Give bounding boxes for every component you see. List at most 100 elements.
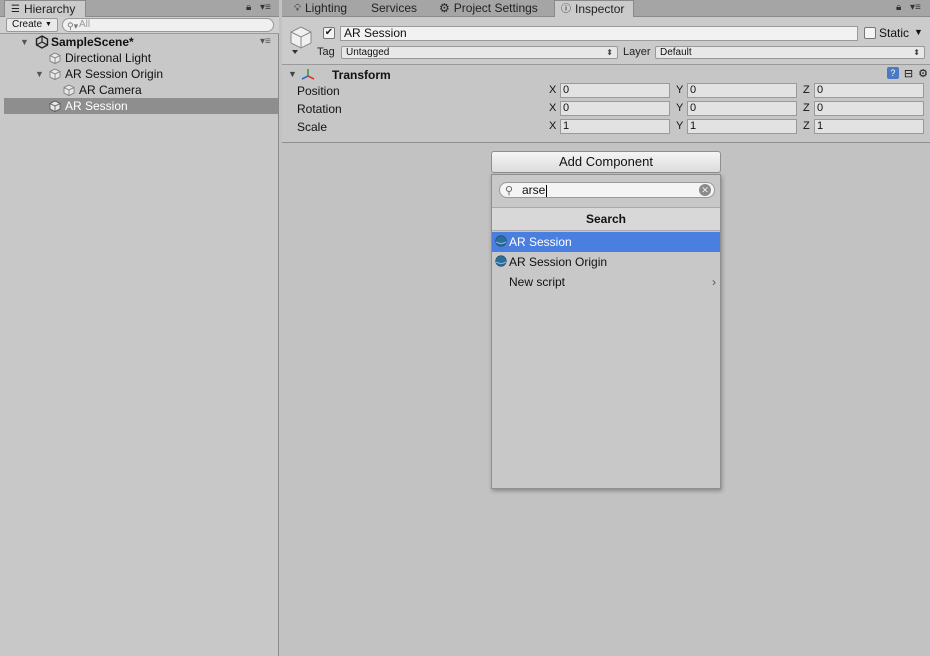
updown-icon: ⬍ <box>606 48 613 57</box>
tab-hierarchy-label: Hierarchy <box>23 2 76 16</box>
scale-x-field[interactable]: 1 <box>560 119 670 134</box>
tab-project-settings[interactable]: ⚙ Project Settings <box>433 0 544 17</box>
tree-item-directional-light[interactable]: Directional Light <box>4 50 278 66</box>
gameobject-cube-icon <box>49 68 61 80</box>
checkmark-icon: ✔ <box>324 27 334 38</box>
tree-item-ar-camera[interactable]: AR Camera <box>4 82 278 98</box>
position-z-field[interactable]: 0 <box>814 83 924 98</box>
gameobject-cube-icon <box>290 26 312 54</box>
inspector-panel: 💡︎ Lighting Services ⚙ Project Settings … <box>282 0 930 656</box>
scale-z-field[interactable]: 1 <box>814 119 924 134</box>
add-component-button[interactable]: Add Component <box>491 151 721 173</box>
tab-hierarchy[interactable]: ☰ Hierarchy <box>4 0 86 18</box>
axis-y-label: Y <box>676 84 684 96</box>
scale-row: Scale X 1 Y 1 Z 1 <box>282 119 930 135</box>
help-book-icon[interactable]: ? <box>886 67 899 79</box>
rotation-y-value: 0 <box>690 102 697 114</box>
gear-icon: ⚙ <box>439 1 450 15</box>
position-row: Position X 0 Y 0 Z 0 <box>282 83 930 99</box>
search-header-label: Search <box>585 212 627 226</box>
script-component-icon <box>495 235 507 247</box>
component-header-icons: ? ⊟ ⚙ <box>886 67 928 80</box>
updown-icon: ⬍ <box>913 48 920 57</box>
scene-menu-icon[interactable]: ▾≡ <box>260 34 271 50</box>
position-label: Position <box>297 84 340 98</box>
result-new-script[interactable]: New script › <box>492 272 720 292</box>
hierarchy-toolbar: Create ▼ ⚲▾ All <box>0 17 279 34</box>
tree-item-label: Directional Light <box>65 51 152 65</box>
script-component-icon <box>495 255 507 267</box>
static-checkbox[interactable] <box>864 27 876 39</box>
tab-inspector-label: Inspector <box>575 2 625 16</box>
rotation-label: Rotation <box>297 102 342 116</box>
tree-item-ar-session[interactable]: AR Session <box>4 98 278 114</box>
hierarchy-tree: ▼ SampleScene* ▾≡ Directional Light ▼ AR… <box>4 34 278 114</box>
component-search-input[interactable]: ⚲ arse ✕ <box>499 182 715 198</box>
result-label: AR Session Origin <box>509 255 608 269</box>
unity-logo-icon <box>35 35 49 49</box>
create-button[interactable]: Create ▼ <box>6 18 58 32</box>
active-checkbox[interactable]: ✔ <box>323 27 335 39</box>
scale-y-field[interactable]: 1 <box>687 119 797 134</box>
list-icon: ☰ <box>11 4 20 15</box>
layer-value: Default <box>660 47 692 58</box>
component-settings-gear-icon[interactable]: ⚙ <box>918 67 928 80</box>
info-icon: ⓘ <box>561 4 571 15</box>
lightbulb-icon: 💡︎ <box>294 3 301 14</box>
position-y-field[interactable]: 0 <box>687 83 797 98</box>
add-component-label: Add Component <box>559 154 653 169</box>
tree-item-samplescene[interactable]: ▼ SampleScene* ▾≡ <box>4 34 278 50</box>
hierarchy-search-input[interactable]: ⚲▾ All <box>62 18 274 32</box>
tree-item-label: AR Session <box>65 99 128 113</box>
transform-title: Transform <box>332 68 391 82</box>
tab-project-settings-label: Project Settings <box>453 1 538 15</box>
result-ar-session[interactable]: AR Session <box>492 232 720 252</box>
rotation-row: Rotation X 0 Y 0 Z 0 <box>282 101 930 117</box>
clear-search-icon[interactable]: ✕ <box>699 184 711 196</box>
scene-label: SampleScene* <box>51 35 134 49</box>
static-label: Static <box>879 26 910 40</box>
axis-x-label: X <box>549 102 557 114</box>
tab-inspector[interactable]: ⓘ Inspector <box>554 0 634 18</box>
tag-dropdown[interactable]: Untagged ⬍ <box>341 46 618 59</box>
object-name-value: AR Session <box>344 26 407 40</box>
expand-arrow-icon[interactable]: ▼ <box>20 34 29 50</box>
scale-z-value: 1 <box>817 120 824 132</box>
search-placeholder: All <box>79 19 91 30</box>
tag-label: Tag <box>317 46 335 58</box>
result-label: New script <box>509 275 566 289</box>
search-results-header: Search <box>492 207 720 231</box>
layer-label: Layer <box>623 46 651 58</box>
lock-icon[interactable]: 🔒︎ <box>896 2 901 13</box>
rotation-z-field[interactable]: 0 <box>814 101 924 116</box>
axis-y-label: Y <box>676 120 684 132</box>
rotation-x-field[interactable]: 0 <box>560 101 670 116</box>
hierarchy-panel: ☰ Hierarchy 🔒︎ ▾≡ Create ▼ ⚲▾ All ▼ Samp… <box>0 0 279 656</box>
position-x-field[interactable]: 0 <box>560 83 670 98</box>
gameobject-cube-icon <box>63 84 75 96</box>
tree-item-ar-session-origin[interactable]: ▼ AR Session Origin <box>4 66 278 82</box>
tab-services-label: Services <box>371 1 418 15</box>
expand-arrow-icon[interactable]: ▼ <box>35 66 44 82</box>
tab-lighting-label: Lighting <box>305 1 348 15</box>
panel-menu-icon[interactable]: ▾≡ <box>260 2 271 13</box>
tab-lighting[interactable]: 💡︎ Lighting <box>288 0 353 17</box>
position-y-value: 0 <box>690 84 697 96</box>
static-dropdown-icon[interactable]: ▼ <box>914 27 923 37</box>
lock-icon[interactable]: 🔒︎ <box>246 2 251 13</box>
scale-y-value: 1 <box>690 120 697 132</box>
object-name-field[interactable]: AR Session <box>340 26 858 41</box>
component-search-value: arse <box>522 183 546 197</box>
transform-axis-icon <box>301 69 315 80</box>
presets-icon[interactable]: ⊟ <box>904 67 913 80</box>
tree-item-label: AR Session Origin <box>65 67 164 81</box>
layer-dropdown[interactable]: Default ⬍ <box>655 46 925 59</box>
panel-menu-icon[interactable]: ▾≡ <box>910 2 921 13</box>
tab-services[interactable]: Services <box>365 0 423 17</box>
rotation-y-field[interactable]: 0 <box>687 101 797 116</box>
result-ar-session-origin[interactable]: AR Session Origin <box>492 252 720 272</box>
text-caret <box>546 184 548 197</box>
inspector-tabbar: 💡︎ Lighting Services ⚙ Project Settings … <box>282 0 930 18</box>
create-label: Create <box>12 19 43 30</box>
collapse-arrow-icon[interactable]: ▼ <box>288 69 297 79</box>
